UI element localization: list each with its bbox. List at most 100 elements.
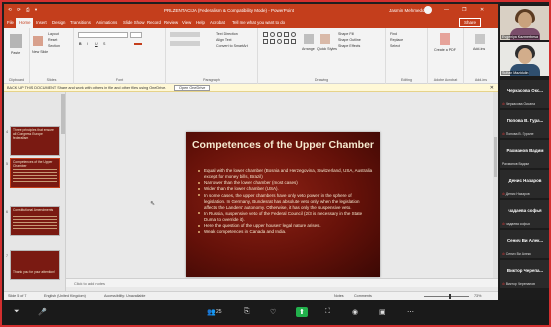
layout-button[interactable]: Layout	[48, 32, 59, 36]
convert-smartart-button[interactable]: Convert to SmartArt	[216, 44, 248, 48]
restore-button[interactable]: ❐	[462, 7, 466, 13]
tab-insert[interactable]: Insert	[36, 20, 47, 25]
reactions-icon[interactable]: ♡	[270, 308, 276, 316]
slide-title[interactable]: Competences of the Upper Chamber	[190, 139, 376, 151]
tab-review[interactable]: Review	[164, 20, 178, 25]
tab-help[interactable]: Help	[196, 20, 205, 25]
slide-thumbnail[interactable]: Constitutional Amendments	[10, 206, 60, 236]
tell-me-search[interactable]: Tell me what you want to do	[232, 20, 285, 25]
zoom-level[interactable]: 73%	[474, 294, 481, 298]
participant-tile[interactable]: Денис Назаров ⊘ Денис Назаров	[500, 170, 549, 198]
tab-file[interactable]: File	[7, 20, 14, 25]
pdf-icon[interactable]	[440, 33, 450, 45]
font-color-icon[interactable]	[134, 43, 142, 45]
share-content-button[interactable]: ⬆	[296, 307, 308, 317]
tab-record[interactable]: Record	[147, 20, 161, 25]
tab-view[interactable]: View	[182, 20, 191, 25]
slide-scrollbar[interactable]	[493, 92, 498, 278]
apps-icon[interactable]: ▣	[379, 308, 386, 316]
accessibility-status[interactable]: Accessibility: Unavailable	[104, 294, 145, 298]
participants-icon[interactable]: 👥	[207, 308, 216, 316]
participant-tile[interactable]: Сенич Ви Алек... ⊘ Сенич Ви Алекс	[500, 230, 549, 258]
quick-styles-icon[interactable]	[320, 34, 330, 44]
quick-access-toolbar[interactable]: ⟲ ⟳ ⎙ ▾	[8, 7, 39, 13]
infobar-close-icon[interactable]: ✕	[490, 85, 494, 91]
section-button[interactable]: Section	[48, 44, 60, 48]
thumbnails-scrollbar[interactable]	[61, 94, 65, 134]
rectangle-shape-icon[interactable]	[263, 32, 268, 37]
select-button[interactable]: Select	[390, 44, 400, 48]
add-ins-icon[interactable]	[475, 34, 485, 44]
language-indicator[interactable]: English (United Kingdom)	[44, 294, 86, 298]
paste-button[interactable]: Paste	[11, 51, 20, 55]
bullets-icon[interactable]	[170, 32, 200, 37]
create-pdf-button[interactable]: Create a PDF	[434, 48, 456, 52]
arrange-icon[interactable]	[304, 34, 314, 44]
bracket-shape-icon[interactable]	[291, 39, 296, 44]
tab-design[interactable]: Design	[52, 20, 65, 25]
reset-button[interactable]: Reset	[48, 38, 57, 42]
slide-bullet-list[interactable]: Equal with the lower chamber (Bosnia and…	[198, 168, 373, 235]
new-slide-icon[interactable]	[33, 36, 43, 46]
chevron-up-icon[interactable]: ⏷	[14, 308, 20, 316]
italic-button[interactable]: I	[87, 42, 88, 46]
participant-tile[interactable]: Черкасова Окс... ⊘ Черкасова Оксана	[500, 80, 549, 108]
font-size-box[interactable]	[130, 32, 142, 38]
quick-styles-button[interactable]: Quick Styles	[317, 47, 337, 51]
oval-shape-icon[interactable]	[270, 32, 275, 37]
tab-home[interactable]: Home	[16, 18, 34, 28]
current-slide[interactable]: Competences of the Upper Chamber Equal w…	[186, 132, 380, 277]
user-avatar[interactable]	[424, 6, 432, 14]
tab-animations[interactable]: Animations	[96, 20, 117, 25]
line-shape-icon[interactable]	[284, 32, 289, 37]
shape-fill-button[interactable]: Shape Fill	[338, 32, 354, 36]
replace-button[interactable]: Replace	[390, 38, 403, 42]
comments-toggle[interactable]: Comments	[354, 294, 372, 298]
find-button[interactable]: Find	[390, 32, 397, 36]
share-button[interactable]: Share	[459, 18, 482, 27]
bold-button[interactable]: B	[79, 42, 82, 46]
paste-icon[interactable]	[10, 34, 22, 48]
smiley-shape-icon[interactable]	[277, 39, 282, 44]
underline-button[interactable]: U	[95, 42, 98, 46]
tab-transitions[interactable]: Transitions	[70, 20, 91, 25]
text-direction-button[interactable]: Text Direction	[216, 32, 238, 36]
alignment-icon[interactable]	[170, 41, 200, 46]
rounded-rect-shape-icon[interactable]	[277, 32, 282, 37]
more-icon[interactable]: ⋯	[407, 308, 414, 316]
shadow-button[interactable]: S	[103, 42, 105, 46]
shape-outline-button[interactable]: Shape Outline	[338, 38, 361, 42]
share-screen-icon[interactable]: ⎘	[244, 308, 250, 316]
participant-tile[interactable]: Попова В. Гура... ⊘ Попова В. Гурале	[500, 110, 549, 138]
zoom-slider-knob[interactable]	[449, 294, 451, 299]
add-ins-button[interactable]: Add-ins	[473, 47, 485, 51]
font-name-box[interactable]	[78, 32, 128, 38]
open-onedrive-button[interactable]: Open OneDrive	[174, 85, 211, 91]
align-text-button[interactable]: Align Text	[216, 38, 232, 42]
participant-tile[interactable]: Рахманов Вадим Рахманов Вадим	[500, 140, 549, 168]
tab-slide-show[interactable]: Slide Show	[123, 20, 145, 25]
slide-thumbnail-selected[interactable]: Competences of the Upper Chamber	[10, 158, 60, 188]
notes-toggle[interactable]: Notes	[334, 294, 344, 298]
star-shape-icon[interactable]	[284, 39, 289, 44]
fullscreen-icon[interactable]: ⛶	[325, 308, 330, 316]
participant-tile[interactable]: чадаева софья ⊘ чадаева софья	[500, 200, 549, 228]
slide-thumbnail[interactable]: Three principles that ensure all Congres…	[10, 126, 60, 156]
participant-video[interactable]: Evgeniya Kazmerbesa	[500, 6, 549, 40]
zoom-slider[interactable]	[424, 294, 469, 299]
triangle-shape-icon[interactable]	[270, 39, 275, 44]
record-icon[interactable]: ◉	[352, 308, 358, 316]
tab-acrobat[interactable]: Acrobat	[210, 20, 225, 25]
new-slide-button[interactable]: New Slide	[32, 50, 48, 54]
arrow-shape-icon[interactable]	[263, 39, 268, 44]
mic-muted-icon[interactable]: 🎤	[38, 308, 47, 316]
shape-effects-button[interactable]: Shape Effects	[338, 44, 360, 48]
slide-thumbnail[interactable]: Thank you for your attention!	[10, 250, 60, 280]
participant-video[interactable]: Sultan Mazidulin	[500, 42, 549, 76]
minimize-button[interactable]: —	[444, 7, 449, 13]
scrollbar-thumb[interactable]	[494, 137, 497, 177]
arrange-button[interactable]: Arrange	[302, 47, 315, 51]
notes-pane[interactable]: Click to add notes	[66, 278, 498, 287]
participant-tile[interactable]: Виктор Черепа... ⊘ Виктор Черепанов	[500, 260, 549, 288]
close-button[interactable]: ✕	[480, 7, 484, 13]
